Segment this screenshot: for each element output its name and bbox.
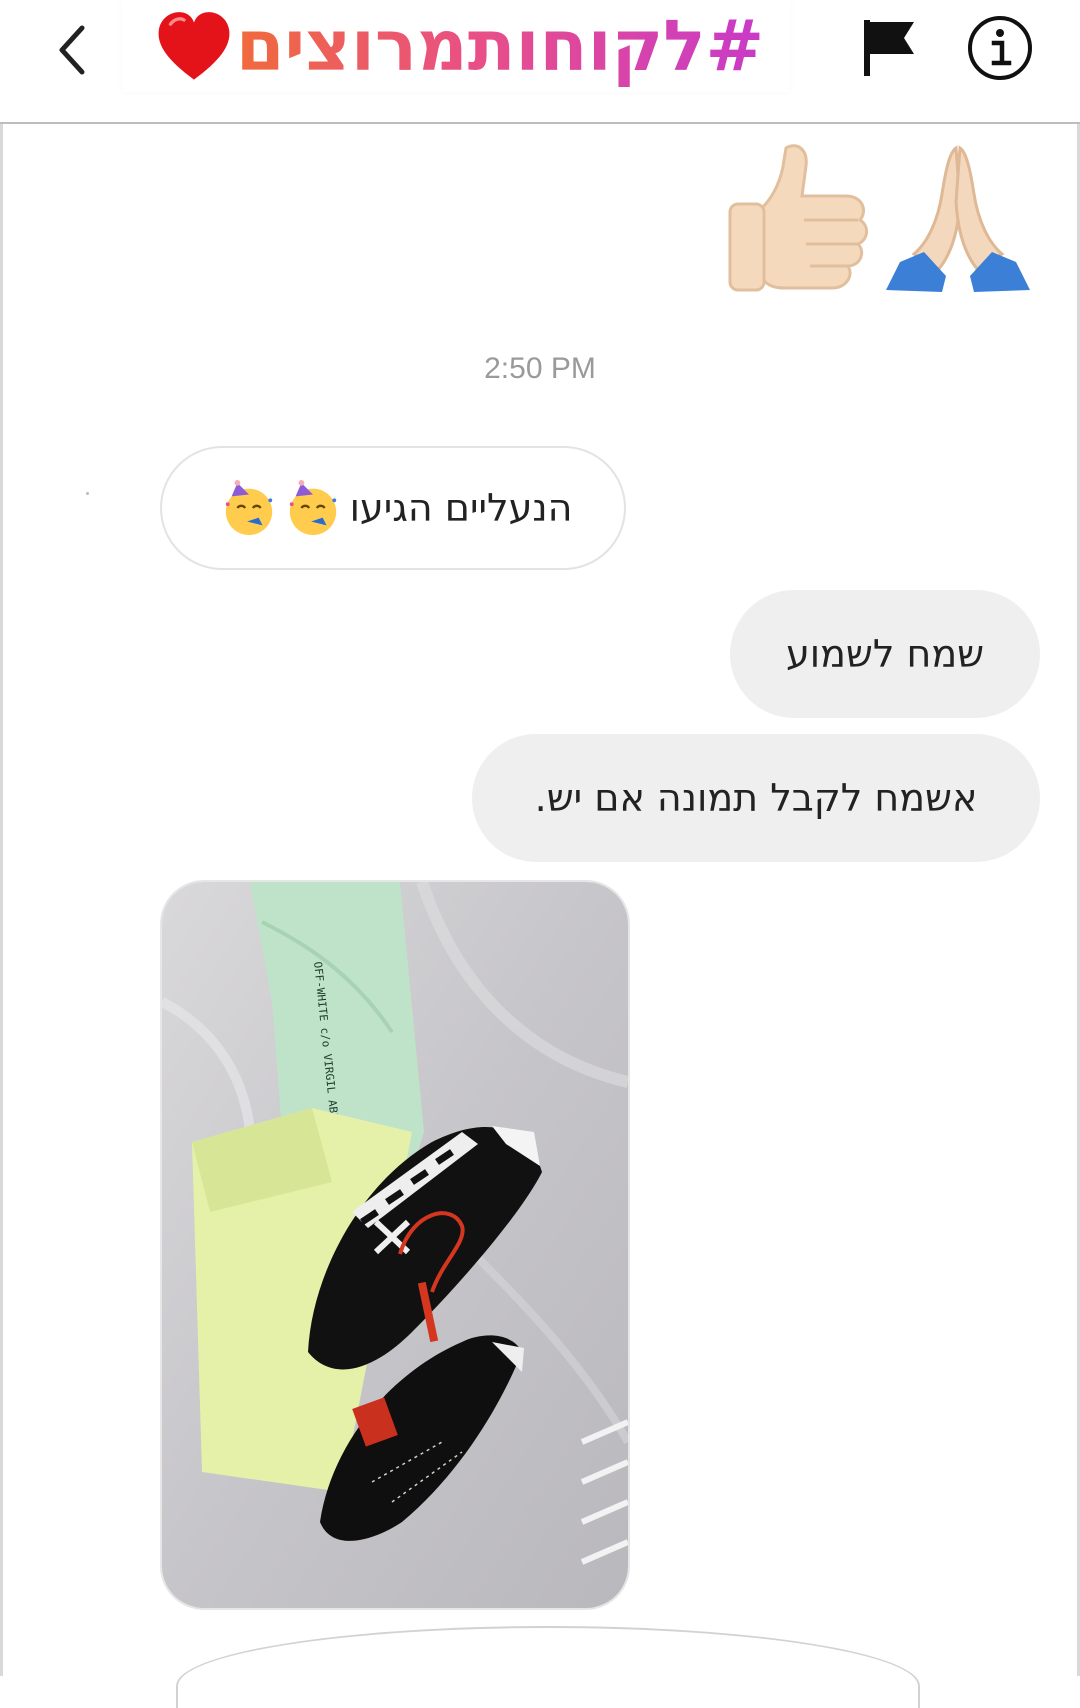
info-icon [968, 16, 1032, 80]
divider-dot [86, 492, 89, 495]
chat-header: ן #לקוחותמרוצים [0, 0, 1080, 124]
frame-edge-left [0, 0, 3, 1676]
folded-hands-emoji-icon [886, 145, 1030, 292]
message-timestamp: 2:50 PM [484, 352, 596, 385]
sent-message-bubble[interactable]: אשמח לקבל תמונה אם יש. [472, 734, 1040, 862]
partying-face-emoji-icon [225, 479, 272, 536]
thumbs-up-emoji-icon [728, 144, 868, 292]
next-message-bubble-edge [176, 1626, 920, 1708]
received-message-text: הנעליים הגיעו [349, 486, 573, 530]
page-title: #לקוחותמרוצים [236, 0, 764, 92]
hashtag-title-banner: #לקוחותמרוצים [122, 0, 790, 92]
sent-message-text: אשמח לקבל תמונה אם יש. [534, 776, 978, 820]
flag-icon [864, 20, 914, 76]
report-button[interactable] [858, 14, 922, 78]
chevron-left-icon [59, 25, 85, 75]
back-button[interactable] [40, 10, 110, 80]
partying-face-emoji-icon [289, 479, 336, 536]
received-message-bubble[interactable]: הנעליים הגיעו [160, 446, 626, 570]
sent-message-bubble[interactable]: שמח לשמוע [730, 590, 1040, 718]
photo-message[interactable]: OFF-WHITE c/o VIRGIL ABLOH™ [160, 880, 630, 1610]
sent-message-text: שמח לשמוע [785, 632, 985, 676]
sneakers-photo: OFF-WHITE c/o VIRGIL ABLOH™ [162, 882, 628, 1608]
heart-icon [158, 12, 230, 80]
info-button[interactable] [965, 13, 1035, 83]
